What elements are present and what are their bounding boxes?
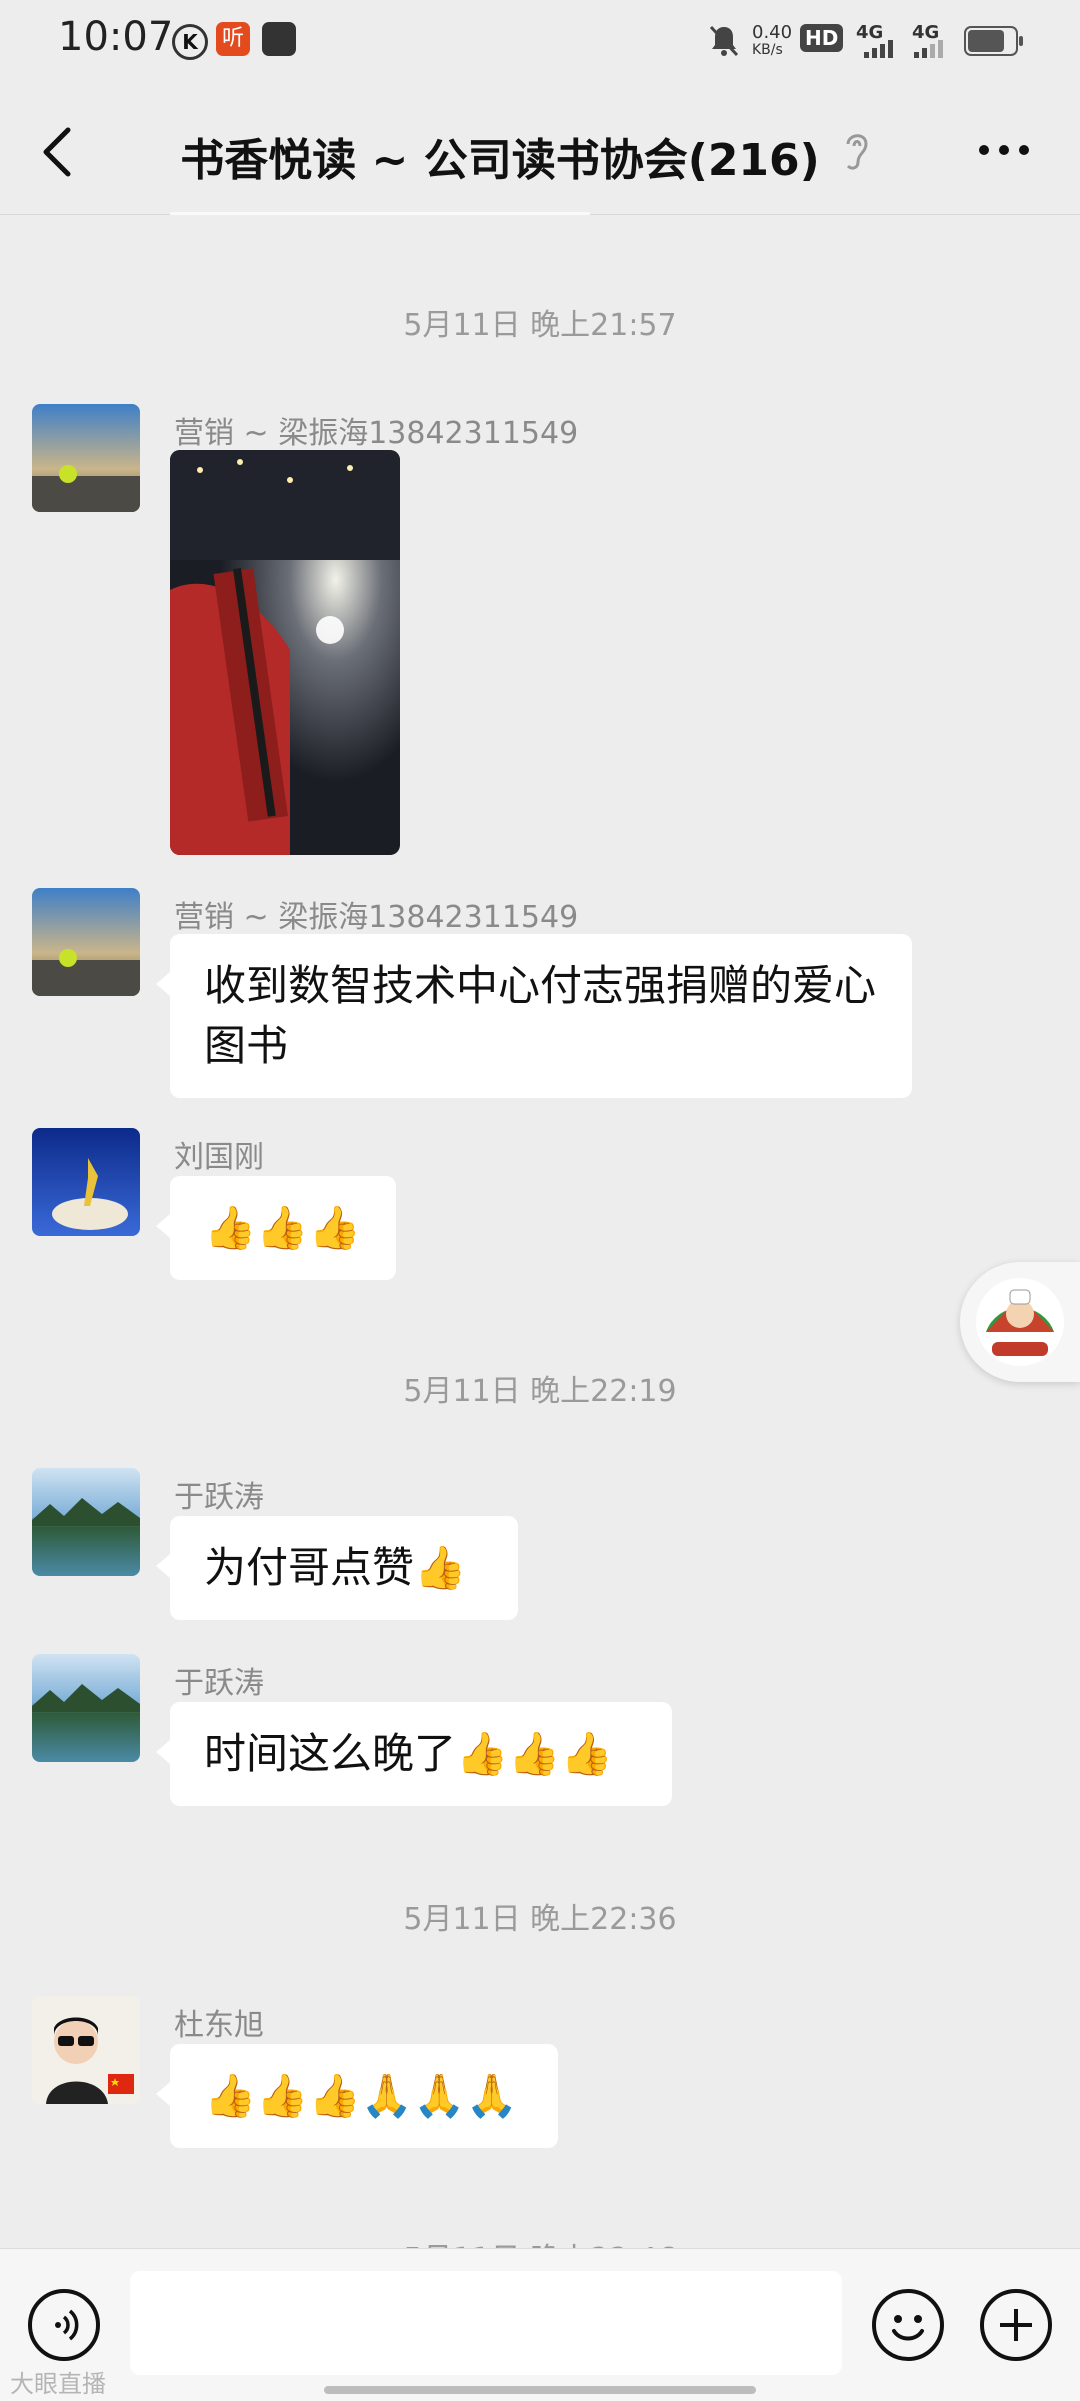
more-dots-icon[interactable] — [976, 142, 1032, 158]
sender-name: 杜东旭 — [174, 2008, 264, 2043]
ear-icon — [846, 134, 868, 170]
message-image[interactable] — [170, 450, 400, 855]
sender-name: 营销 ~ 梁振海13842311549 — [174, 900, 579, 935]
plus-icon[interactable] — [980, 2289, 1052, 2361]
avatar[interactable] — [32, 888, 140, 996]
floating-widget[interactable] — [960, 1262, 1080, 1382]
signal-bars-icon-2 — [914, 40, 943, 58]
sender-name: 刘国刚 — [174, 1140, 264, 1175]
app-mail-icon — [262, 22, 296, 56]
app-k-icon: K — [172, 24, 208, 60]
timestamp: 5月11日 晚上21:57 — [403, 308, 677, 343]
avatar[interactable] — [32, 1468, 140, 1576]
watermark: 大眼直播 — [10, 2370, 106, 2398]
home-indicator[interactable] — [324, 2386, 756, 2394]
message-bubble[interactable]: 为付哥点赞👍 — [156, 1516, 518, 1620]
sender-name: 于跃涛 — [174, 1666, 264, 1701]
message-bubble[interactable]: 时间这么晚了👍👍👍 — [156, 1702, 672, 1806]
network-speed-value: 0.40 — [752, 22, 793, 43]
app-listen-icon: 听 — [216, 22, 250, 56]
sender-name: 营销 ~ 梁振海13842311549 — [174, 416, 579, 451]
mute-bell-icon — [709, 25, 739, 57]
avatar[interactable] — [32, 1128, 140, 1236]
avatar[interactable] — [32, 404, 140, 512]
status-time: 10:07 — [58, 14, 174, 60]
status-bar: 10:07 K 听 0.40 KB/s HD 4G 4G — [0, 0, 1080, 84]
battery-icon — [964, 26, 1023, 56]
chat-header: 书香悦读 ~ 公司读书协会(216) — [0, 84, 1080, 215]
sender-name: 于跃涛 — [174, 1480, 264, 1515]
timestamp: 5月11日 晚上22:36 — [403, 1902, 677, 1937]
smile-icon[interactable] — [872, 2289, 944, 2361]
avatar[interactable] — [32, 1654, 140, 1762]
voice-icon[interactable] — [28, 2289, 100, 2361]
message-bubble[interactable]: 👍👍👍🙏🙏🙏 — [156, 2044, 558, 2148]
message-bubble[interactable]: 收到数智技术中心付志强捐赠的爱心图书 — [156, 934, 912, 1098]
message-bubble[interactable]: 👍👍👍 — [156, 1176, 396, 1280]
input-bar — [0, 2248, 1080, 2401]
scroll-remnant — [170, 212, 590, 215]
message-input[interactable] — [130, 2271, 842, 2375]
hd-badge: HD — [800, 24, 844, 52]
timestamp: 5月11日 晚上22:19 — [403, 1374, 677, 1409]
signal-bars-icon-1 — [864, 40, 893, 58]
network-speed-unit: KB/s — [752, 42, 783, 58]
avatar[interactable] — [32, 1996, 140, 2104]
